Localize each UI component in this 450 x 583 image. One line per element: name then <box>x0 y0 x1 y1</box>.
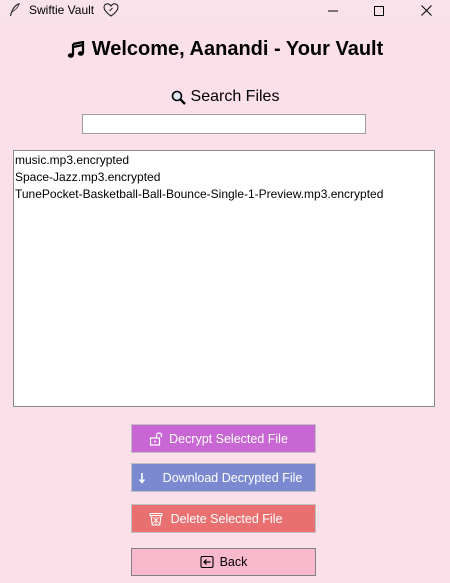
maximize-icon <box>374 5 384 16</box>
download-button[interactable]: Download Decrypted File <box>131 463 316 492</box>
close-button[interactable] <box>403 0 449 21</box>
delete-button-label: Delete Selected File <box>170 511 283 526</box>
music-note-icon <box>67 40 84 58</box>
close-icon <box>420 5 432 16</box>
page-title: Welcome, Aanandi - Your Vault <box>91 38 384 60</box>
quill-icon <box>9 3 20 17</box>
file-list-item[interactable]: TunePocket-Basketball-Ball-Bounce-Single… <box>14 186 434 203</box>
decrypt-button[interactable]: Decrypt Selected File <box>131 424 316 453</box>
minimize-button[interactable] <box>310 0 356 21</box>
file-list-item[interactable]: music.mp3.encrypted <box>14 152 434 169</box>
search-label-row: Search Files <box>0 88 450 110</box>
window-title: Swiftie Vault <box>29 3 95 17</box>
decrypt-button-label: Decrypt Selected File <box>169 431 288 446</box>
download-button-label: Download Decrypted File <box>162 470 303 485</box>
back-button[interactable]: Back <box>131 548 316 576</box>
back-arrow-icon <box>200 555 214 569</box>
magnifier-icon <box>171 90 186 105</box>
search-label: Search Files <box>190 88 280 105</box>
search-input[interactable] <box>82 114 366 134</box>
file-list-item[interactable]: Space-Jazz.mp3.encrypted <box>14 169 434 186</box>
download-arrow-icon <box>138 473 146 484</box>
unlock-icon <box>149 431 163 446</box>
heart-outline-icon <box>103 3 119 17</box>
maximize-button[interactable] <box>356 0 402 21</box>
back-button-label: Back <box>219 555 248 569</box>
file-list[interactable]: music.mp3.encrypted Space-Jazz.mp3.encryp… <box>13 150 435 407</box>
minimize-icon <box>328 10 338 11</box>
title-bar: Swiftie Vault <box>0 0 450 21</box>
wastebasket-icon <box>149 513 163 526</box>
page-heading: Welcome, Aanandi - Your Vault <box>0 38 450 65</box>
delete-button[interactable]: Delete Selected File <box>131 504 316 533</box>
